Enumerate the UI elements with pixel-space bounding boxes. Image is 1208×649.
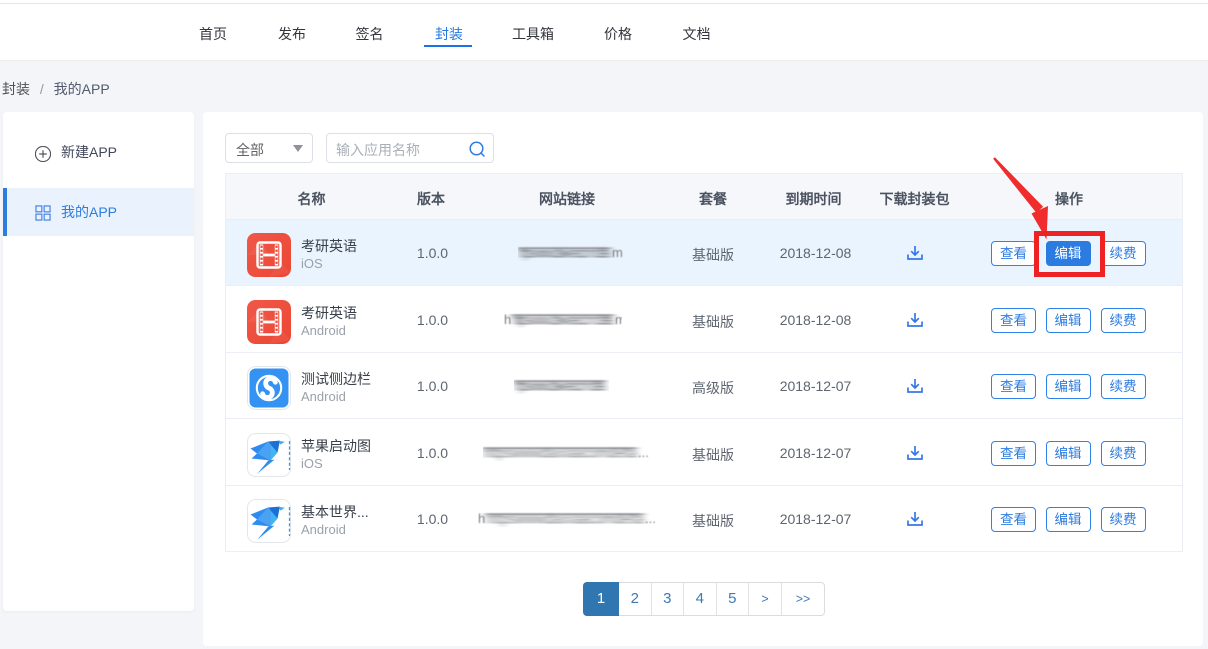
svg-text:m: m	[612, 245, 623, 260]
svg-text:m: m	[615, 312, 622, 327]
svg-text:h: h	[478, 511, 485, 526]
svg-text:...: ...	[645, 511, 656, 526]
svg-text:httpswwwdaxxaacomdelta: httpswwwdaxxaacomdelta	[518, 246, 611, 261]
svg-text:httpswwwdaxxaacomdelta: httpswwwdaxxaacomdelta	[483, 446, 637, 461]
svg-text:httpswwwdaxxaacomdelta: httpswwwdaxxaacomdelta	[512, 313, 614, 328]
svg-text:h: h	[504, 312, 511, 327]
svg-text:httpswwwdaxxaacomdelta: httpswwwdaxxaacomdelta	[486, 512, 644, 527]
svg-text:...: ...	[638, 445, 649, 460]
svg-text:httpswwwdaxxaacomdelta: httpswwwdaxxaacomdelta	[514, 379, 606, 394]
